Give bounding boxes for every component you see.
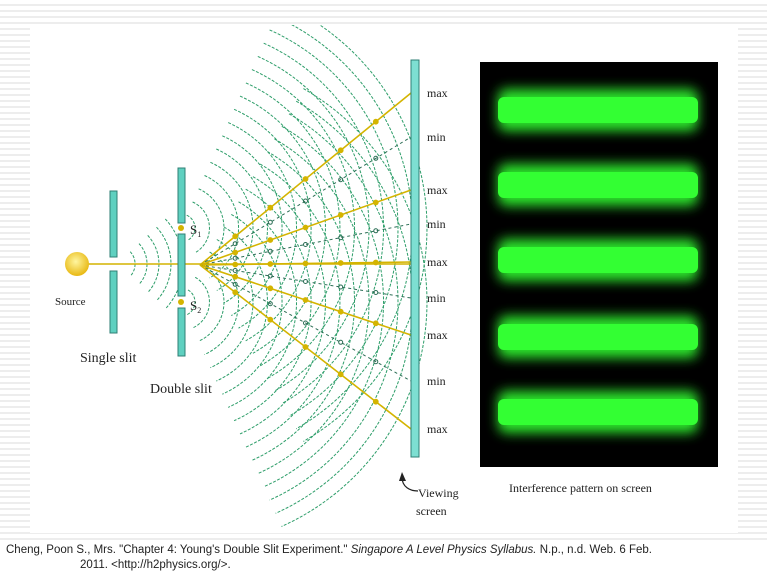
s2-wave — [198, 264, 225, 342]
wave-fronts — [129, 25, 428, 527]
s1-label: S1 — [190, 222, 201, 239]
bright-fringe — [498, 399, 698, 425]
path-node — [267, 204, 274, 211]
citation-line-2: 2011. <http://h2physics.org/>. — [80, 559, 231, 571]
fringe-label-min: min — [427, 374, 446, 388]
path-node — [372, 398, 379, 405]
s1-wave — [269, 29, 399, 417]
citation-source-title: Singapore A Level Physics Syllabus. — [350, 544, 537, 556]
path-node — [337, 147, 344, 154]
bright-fringe — [498, 324, 698, 350]
fringe-label-max: max — [427, 328, 448, 342]
viewing-screen — [410, 59, 420, 458]
path-node — [338, 284, 344, 290]
path-node — [302, 224, 309, 231]
path-node — [267, 237, 274, 243]
double-slit-label: Double slit — [150, 382, 212, 397]
double-slit-bottom — [177, 307, 186, 357]
citation-line-1: Cheng, Poon S., Mrs. "Chapter 4: Young's… — [0, 541, 767, 558]
minimum-path — [199, 264, 412, 382]
fringe-paths — [77, 92, 412, 430]
bright-fringe — [498, 172, 698, 198]
fringe-label-max: max — [427, 183, 448, 197]
s2-label: S2 — [190, 298, 201, 315]
viewing-screen-label-1: Viewing — [418, 486, 459, 500]
path-node — [302, 297, 309, 303]
path-node — [267, 285, 274, 292]
s1-wave — [198, 188, 225, 266]
slit-s2-dot — [178, 299, 184, 305]
path-node — [372, 199, 379, 206]
path-node — [232, 289, 239, 296]
source-label: Source — [55, 296, 86, 308]
single-slit-upper — [109, 190, 118, 258]
fringe-label-max: max — [427, 422, 448, 436]
path-node — [337, 212, 344, 218]
path-node — [302, 344, 309, 350]
path-node — [372, 118, 379, 125]
path-node — [232, 233, 239, 240]
path-node — [232, 249, 239, 256]
slit-s1-dot — [178, 225, 184, 231]
path-node — [337, 371, 344, 378]
path-node — [302, 176, 309, 182]
path-node — [337, 308, 344, 315]
path-node — [372, 320, 379, 327]
viewing-screen-label-2: screen — [416, 504, 447, 518]
s2-wave — [269, 113, 399, 501]
diagram-canvas: Source Single slit S1 S2 Double slit Vie… — [55, 25, 718, 527]
single-slit-lower — [109, 270, 118, 334]
single-slit-label: Single slit — [80, 351, 137, 366]
citation-text: Cheng, Poon S., Mrs. "Chapter 4: Young's… — [6, 544, 351, 556]
double-slit-top — [177, 167, 186, 224]
fringe-label-min: min — [427, 291, 446, 305]
fringe-labels: max min max min max min max min max — [427, 86, 448, 436]
s1-wave — [263, 42, 385, 405]
citation-text-end: N.p., n.d. Web. 6 Feb. — [536, 544, 652, 556]
double-slit-middle — [177, 233, 186, 297]
bright-fringe — [498, 97, 698, 123]
path-node — [338, 339, 344, 345]
fringe-label-max: max — [427, 86, 448, 100]
bright-fringe — [498, 247, 698, 273]
fringe-label-min: min — [427, 130, 446, 144]
fringe-label-max: max — [427, 255, 448, 269]
path-node — [267, 316, 274, 323]
path-node — [232, 273, 239, 280]
double-slit-diagram: Source Single slit S1 S2 Double slit Vie… — [30, 25, 738, 533]
light-source — [65, 252, 89, 276]
interference-pattern-caption: Interference pattern on screen — [509, 481, 652, 495]
citation: Cheng, Poon S., Mrs. "Chapter 4: Young's… — [0, 541, 767, 587]
arrowhead-icon — [399, 472, 406, 481]
fringe-label-min: min — [427, 217, 446, 231]
s2-wave — [233, 188, 312, 422]
path-node — [267, 219, 273, 225]
